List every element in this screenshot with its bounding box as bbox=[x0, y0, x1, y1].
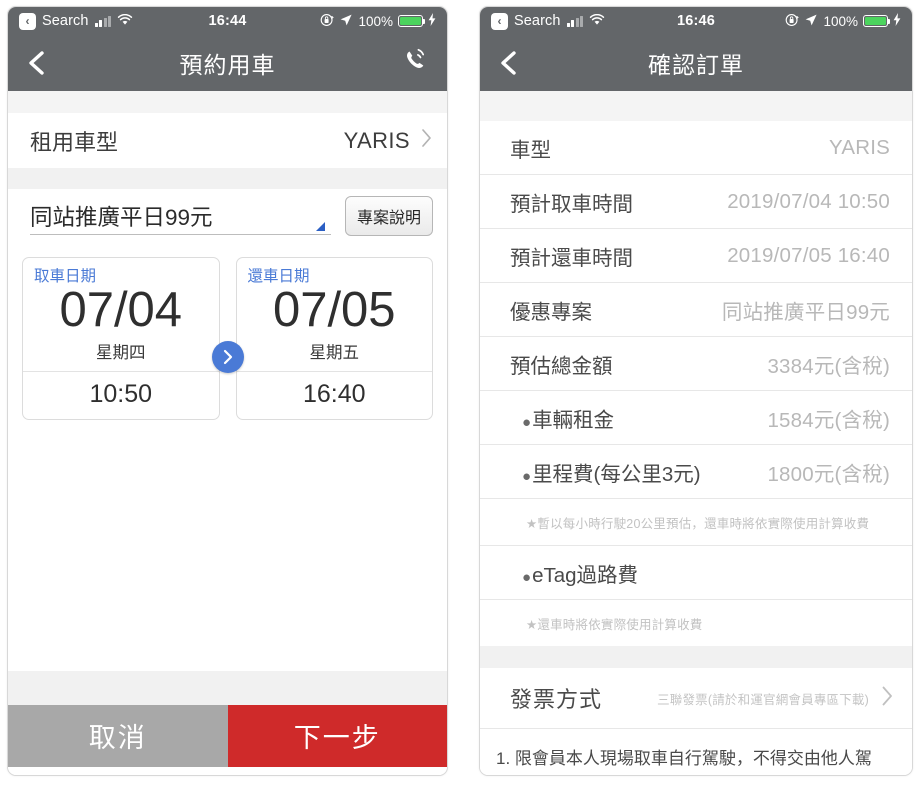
status-time: 16:46 bbox=[676, 13, 716, 29]
fee-row: ●里程費(每公里3元) 1800元(含稅) bbox=[480, 445, 912, 498]
right-nav-bar: 確認訂單 bbox=[480, 35, 912, 91]
pickup-time-value[interactable]: 10:50 bbox=[23, 372, 219, 419]
row-value: YARIS bbox=[829, 135, 890, 159]
mileage-note: ★暫以每小時行駛20公里預估，還車時將依實際使用計算收費 bbox=[480, 499, 912, 545]
return-weekday: 星期五 bbox=[309, 343, 360, 362]
page-title: 預約用車 bbox=[179, 52, 276, 78]
row-label: 預估總金額 bbox=[510, 354, 613, 378]
etag-note: ★還車時將依實際使用計算收費 bbox=[480, 600, 912, 646]
invoice-value: 三聯發票(請於和運官網會員專區下載) bbox=[657, 692, 869, 707]
invoice-label: 發票方式 bbox=[510, 687, 603, 712]
date-range-picker: 取車日期 07/04 星期四 10:50 還車日期 07/05 星期五 16:4… bbox=[8, 243, 447, 438]
row-label: 預計取車時間 bbox=[510, 192, 633, 216]
fee-label-text: 里程費(每公里3元) bbox=[532, 462, 701, 486]
top-spacer bbox=[480, 91, 912, 121]
row-label: 預計還車時間 bbox=[510, 246, 633, 270]
left-footer-actions: 取消 下一步 bbox=[8, 704, 447, 767]
table-row: 車型 YARIS bbox=[480, 121, 912, 174]
page-title: 確認訂單 bbox=[648, 52, 744, 78]
return-date-card[interactable]: 還車日期 07/05 星期五 16:40 bbox=[235, 257, 433, 420]
pickup-weekday: 星期四 bbox=[96, 343, 146, 362]
status-time: 16:44 bbox=[208, 13, 247, 29]
bullet-icon: ● bbox=[522, 413, 532, 431]
etag-label: ●eTag過路費 bbox=[522, 558, 638, 588]
battery-icon bbox=[863, 15, 891, 27]
battery-icon bbox=[398, 15, 426, 27]
date-range-arrow-icon[interactable] bbox=[211, 341, 244, 373]
section-spacer bbox=[480, 646, 912, 668]
promotion-row: 同站推廣平日99元 專案說明 bbox=[8, 189, 447, 243]
table-row: 預估總金額 3384元(含稅) bbox=[480, 337, 912, 390]
left-nav-bar: 預約用車 bbox=[8, 35, 447, 91]
chevron-right-icon bbox=[421, 128, 433, 153]
invoice-method-row[interactable]: 發票方式 三聯發票(請於和運官網會員專區下載) bbox=[480, 668, 912, 728]
etag-row: ●eTag過路費 bbox=[480, 546, 912, 599]
return-date-value: 07/05 bbox=[272, 283, 396, 337]
bullet-icon: ● bbox=[522, 568, 532, 586]
left-phone-screen: ‹ Search 16:44 100% 預約用車 租用車型 YARIS 同站推廣… bbox=[7, 6, 448, 776]
cancel-button[interactable]: 取消 bbox=[8, 704, 228, 767]
back-button[interactable] bbox=[22, 48, 52, 78]
left-empty-area bbox=[8, 437, 447, 671]
row-value: 同站推廣平日99元 bbox=[721, 300, 890, 324]
chevron-right-icon bbox=[881, 685, 894, 712]
rental-model-value: YARIS bbox=[343, 127, 410, 153]
right-content: 車型 YARIS 預計取車時間 2019/07/04 10:50 預計還車時間 … bbox=[480, 91, 912, 775]
fee-label-text: 車輛租金 bbox=[532, 408, 615, 432]
promotion-info-button[interactable]: 專案說明 bbox=[344, 196, 433, 236]
table-row: 優惠專案 同站推廣平日99元 bbox=[480, 283, 912, 336]
etag-label-text: eTag過路費 bbox=[532, 563, 639, 587]
screenshot-stage: ‹ Search 16:44 100% 預約用車 租用車型 YARIS 同站推廣… bbox=[0, 0, 920, 790]
promotion-selected-value: 同站推廣平日99元 bbox=[30, 204, 213, 230]
bottom-spacer bbox=[8, 670, 447, 705]
return-card-head: 還車日期 bbox=[237, 258, 433, 286]
fee-label: ●車輛租金 bbox=[522, 403, 614, 433]
bullet-icon: ● bbox=[522, 467, 532, 485]
left-content: 租用車型 YARIS 同站推廣平日99元 專案說明 取車日期 07/04 星期四… bbox=[8, 91, 447, 775]
table-row: 預計取車時間 2019/07/04 10:50 bbox=[480, 175, 912, 228]
phone-call-icon[interactable] bbox=[401, 45, 433, 82]
next-step-button[interactable]: 下一步 bbox=[227, 704, 447, 767]
fee-row: ●車輛租金 1584元(含稅) bbox=[480, 391, 912, 444]
dropdown-triangle-icon bbox=[315, 222, 325, 231]
rental-model-label: 租用車型 bbox=[30, 129, 119, 155]
promotion-select[interactable]: 同站推廣平日99元 bbox=[30, 197, 331, 235]
fee-value: 1800元(含稅) bbox=[767, 462, 890, 486]
row-label: 優惠專案 bbox=[510, 300, 592, 324]
row-value: 3384元(含稅) bbox=[767, 354, 890, 378]
terms-text: 1. 限會員本人現場取車自行駕駛，不得交由他人駕駛， bbox=[480, 729, 912, 775]
right-status-bar: ‹ Search 16:46 100% bbox=[480, 7, 912, 35]
pickup-card-head: 取車日期 bbox=[23, 258, 219, 286]
table-row: 預計還車時間 2019/07/05 16:40 bbox=[480, 229, 912, 282]
row-value: 2019/07/04 10:50 bbox=[727, 189, 890, 213]
return-time-value[interactable]: 16:40 bbox=[237, 372, 433, 419]
left-status-bar: ‹ Search 16:44 100% bbox=[8, 7, 447, 35]
back-button[interactable] bbox=[494, 48, 524, 78]
row-label: 車型 bbox=[510, 138, 551, 162]
fee-value: 1584元(含稅) bbox=[767, 408, 890, 432]
pickup-date-value: 07/04 bbox=[59, 283, 183, 337]
section-spacer bbox=[8, 168, 447, 189]
pickup-date-card[interactable]: 取車日期 07/04 星期四 10:50 bbox=[22, 257, 220, 420]
fee-label: ●里程費(每公里3元) bbox=[522, 457, 701, 487]
right-phone-screen: ‹ Search 16:46 100% 確認訂單 車型 YARIS 預計取車時間… bbox=[479, 6, 913, 776]
top-spacer bbox=[8, 91, 447, 113]
rental-model-row[interactable]: 租用車型 YARIS bbox=[8, 113, 447, 168]
row-value: 2019/07/05 16:40 bbox=[727, 243, 890, 267]
